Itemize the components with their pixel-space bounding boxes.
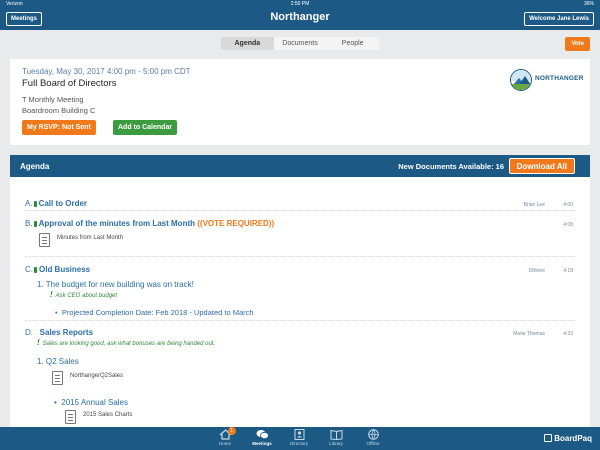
- vote-button[interactable]: Vote: [565, 37, 590, 51]
- meeting-location: Boardroom Building C: [22, 106, 96, 115]
- agenda-title: Agenda: [20, 162, 50, 171]
- chat-bubbles-icon: [256, 429, 269, 440]
- contact-book-icon: [293, 429, 306, 440]
- agenda-item-time: 4:18: [563, 268, 573, 274]
- vote-required-label: ((VOTE REQUIRED)): [197, 219, 275, 228]
- boardpaq-icon: [544, 434, 553, 442]
- note-icon: !: [50, 290, 53, 299]
- private-note: ! Sales are looking good, ask what bonuse…: [37, 338, 216, 347]
- mountain-logo-icon: [510, 69, 532, 91]
- agenda-item-title: Approval of the minutes from Last Month: [38, 219, 196, 228]
- segmented-control: Agenda Documents People: [221, 37, 379, 50]
- welcome-user-button[interactable]: Welcome Jane Lewis: [524, 12, 594, 26]
- meeting-type: T Monthly Meeting: [22, 95, 84, 104]
- agenda-item-presenter: Marie Thomas: [513, 331, 545, 337]
- organization-logo: NORTHANGER: [510, 69, 584, 91]
- tab-offline[interactable]: Offline: [355, 429, 391, 446]
- document-icon[interactable]: [52, 371, 63, 385]
- download-all-button[interactable]: Download All: [508, 158, 575, 174]
- agenda-item-presenter: Brian Lee: [523, 202, 545, 208]
- tab-directory[interactable]: Directory: [281, 429, 317, 446]
- agenda-item-presenter: Dillione: [528, 268, 545, 274]
- home-icon: 1: [219, 427, 236, 440]
- document-link[interactable]: NorthangerQ2Sales: [70, 373, 123, 379]
- agenda-item-a[interactable]: A. Call to Order: [25, 199, 87, 208]
- book-icon: [330, 429, 343, 441]
- agenda-item-letter: C.: [25, 265, 33, 274]
- agenda-item-title: Sales Reports: [39, 328, 94, 337]
- bullet-item: • Projected Completion Date: Feb 2018 - …: [55, 308, 254, 317]
- bullet-item[interactable]: • 2015 Annual Sales: [54, 398, 128, 407]
- add-to-calendar-button[interactable]: Add to Calendar: [113, 120, 178, 135]
- pin-icon: [33, 221, 37, 227]
- tab-documents[interactable]: Documents: [273, 37, 327, 50]
- status-bar: Verizon 2:50 PM 36%: [0, 0, 600, 8]
- pin-icon: [33, 201, 37, 207]
- meeting-details-card: Tuesday, May 30, 2017 4:00 pm - 5:00 pm …: [10, 59, 590, 145]
- private-note: ! Ask CEO about budget: [50, 290, 118, 299]
- page-title: Northanger: [270, 11, 330, 23]
- new-documents-count: New Documents Available: 16: [398, 162, 504, 171]
- document-link[interactable]: 2015 Sales Charts: [83, 412, 132, 418]
- tab-bar: 1 Home Meetings Directory Library Offlin…: [0, 427, 600, 450]
- tab-people[interactable]: People: [326, 37, 379, 50]
- agenda-item-time: 4:33: [563, 331, 573, 337]
- agenda-item-c[interactable]: C. Old Business: [25, 265, 90, 274]
- brand-logo: BoardPaq: [544, 434, 592, 443]
- note-icon: !: [37, 338, 40, 347]
- meeting-name: Full Board of Directors: [22, 78, 117, 89]
- sub-item[interactable]: 1. Q2 Sales: [37, 357, 79, 366]
- notification-badge: 1: [227, 427, 236, 435]
- divider: [25, 210, 575, 211]
- tab-library[interactable]: Library: [318, 429, 354, 446]
- clock: 2:50 PM: [290, 1, 310, 7]
- tab-meetings[interactable]: Meetings: [244, 429, 280, 446]
- agenda-item-d[interactable]: D. Sales Reports: [25, 328, 93, 337]
- agenda-item-time: 4:00: [563, 202, 573, 208]
- battery-level: 36%: [583, 1, 594, 7]
- agenda-item-time: 4:08: [563, 222, 573, 228]
- rsvp-button[interactable]: My RSVP: Not Sent: [22, 120, 96, 135]
- agenda-item-title: Call to Order: [38, 199, 88, 208]
- agenda-header-bar: Agenda New Documents Available: 16 Downl…: [10, 155, 590, 177]
- agenda-item-letter: D.: [25, 328, 33, 337]
- document-icon[interactable]: [65, 410, 76, 424]
- agenda-item-title: Old Business: [39, 265, 91, 274]
- tab-home[interactable]: 1 Home: [207, 427, 243, 446]
- sub-item[interactable]: 1. The budget for new building was on tr…: [37, 280, 194, 289]
- globe-icon: [367, 429, 380, 440]
- logo-wordmark: NORTHANGER: [535, 75, 584, 82]
- divider: [25, 320, 575, 321]
- agenda-item-b[interactable]: B. Approval of the minutes from Last Mont…: [25, 219, 274, 228]
- agenda-item-letter: A.: [25, 199, 33, 208]
- meeting-datetime: Tuesday, May 30, 2017 4:00 pm - 5:00 pm …: [22, 67, 191, 76]
- document-icon[interactable]: [39, 233, 50, 247]
- pin-icon: [34, 267, 37, 273]
- navigation-bar: Meetings Northanger Welcome Jane Lewis: [0, 8, 600, 30]
- agenda-list[interactable]: A. Call to Order Brian Lee 4:00 B. Approva…: [10, 177, 590, 427]
- document-link[interactable]: Minutes from Last Month: [57, 235, 123, 241]
- divider: [25, 256, 575, 257]
- tab-agenda[interactable]: Agenda: [221, 37, 274, 50]
- agenda-item-letter: B.: [25, 219, 33, 228]
